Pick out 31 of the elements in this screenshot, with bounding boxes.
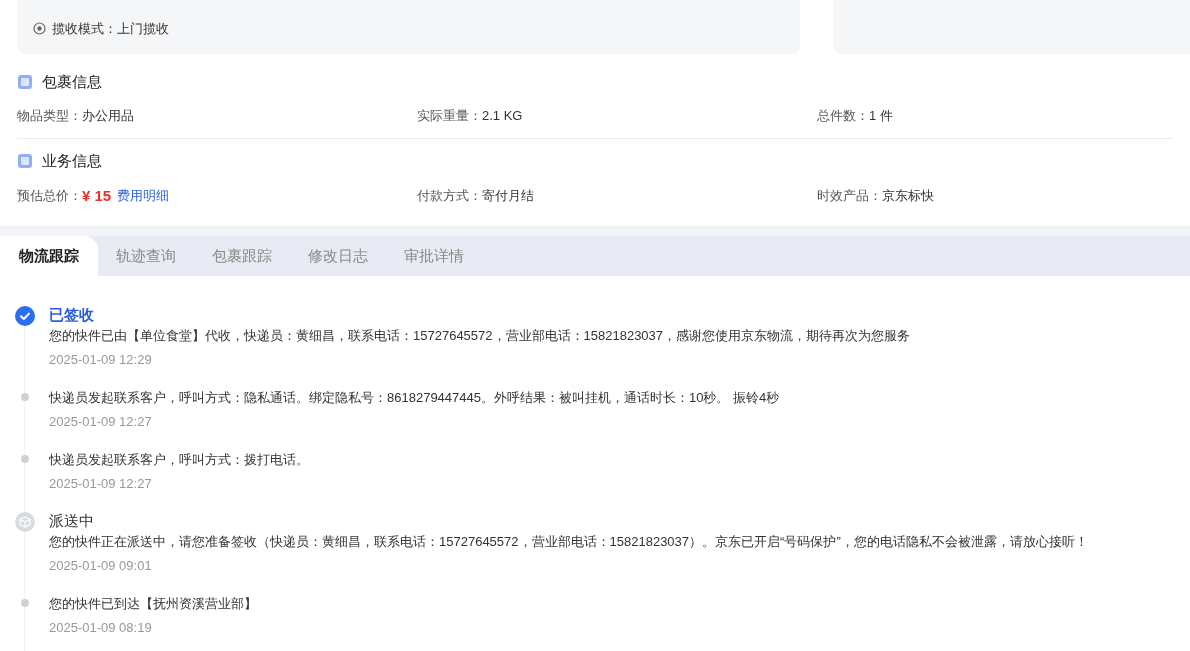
info-field: 时效产品：京东标快 <box>817 186 1173 206</box>
event-text: 您的快件正在派送中，请您准备签收（快递员：黄细昌，联系电话：15727645572，营业部电话：15821823037）。京东已开启“号码保护”，您的电话隐私不会被泄露，请放心接听！ <box>49 533 1088 551</box>
event-time: 2025-01-09 08:19 <box>49 619 153 637</box>
target-icon <box>33 21 46 35</box>
package-icon <box>17 74 33 91</box>
document-icon <box>17 153 33 170</box>
event-time: 2025-01-09 12:27 <box>49 413 153 431</box>
price-value: ¥ 15 <box>82 185 112 206</box>
price-label: 预估总价： <box>17 187 82 205</box>
fee-details-link[interactable]: 费用明细 <box>117 186 170 206</box>
section-title: 业务信息 <box>42 151 102 171</box>
tab[interactable]: 物流跟踪 <box>0 236 98 276</box>
info-field: 实际重量：2.1 KG <box>417 105 817 125</box>
event-text: 快递员发起联系客户，呼叫方式：隐私通话。绑定隐私号：8618279447445。外呼结果：被叫挂机，通话时长：10秒。 振铃4秒 <box>49 389 780 407</box>
tab[interactable]: 包裹跟踪 <box>194 236 290 276</box>
event-time: 2025-01-09 12:27 <box>49 475 153 493</box>
event-time: 2025-01-09 12:29 <box>49 351 153 369</box>
info-field: 总件数：1 件 <box>817 105 1173 125</box>
status-title: 派送中 <box>49 511 95 531</box>
status-title: 已签收 <box>49 305 95 325</box>
tab[interactable]: 审批详情 <box>386 236 482 276</box>
pickup-mode: 揽收模式：上门揽收 <box>52 19 169 38</box>
event-text: 快递员发起联系客户，呼叫方式：拨打电话。 <box>49 451 309 469</box>
section-title: 包裹信息 <box>42 72 102 92</box>
info-field: 付款方式：寄付月结 <box>417 186 817 206</box>
tab[interactable]: 轨迹查询 <box>98 236 194 276</box>
info-field: 物品类型：办公用品 <box>17 105 417 125</box>
event-time: 2025-01-09 09:01 <box>49 557 153 575</box>
tab[interactable]: 修改日志 <box>290 236 386 276</box>
event-text: 您的快件已由【单位食堂】代收，快递员：黄细昌，联系电话：15727645572，营业部电话：15821823037，感谢您使用京东物流，期待再次为您服务 <box>49 327 911 345</box>
event-text: 您的快件已到达【抚州资溪营业部】 <box>49 595 257 613</box>
